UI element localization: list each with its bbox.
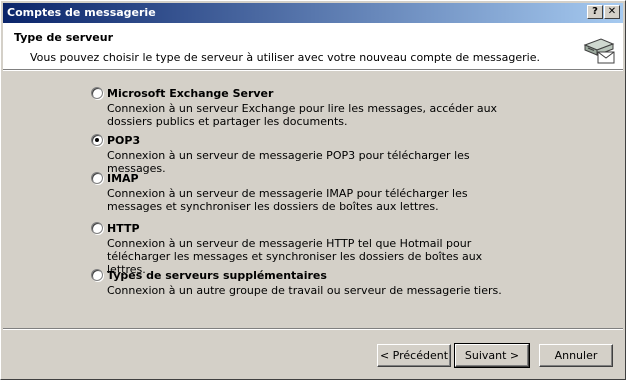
cancel-button[interactable]: Annuler xyxy=(539,344,613,367)
header-separator xyxy=(3,69,623,71)
option-description: Connexion à un serveur de messagerie POP… xyxy=(107,149,470,175)
radio-other-types[interactable] xyxy=(91,269,103,281)
page-subtitle: Vous pouvez choisir le type de serveur à… xyxy=(30,51,540,64)
close-button[interactable]: ✕ xyxy=(604,5,620,19)
footer-separator xyxy=(3,328,623,330)
option-label: Microsoft Exchange Server xyxy=(107,87,274,100)
back-button[interactable]: < Précédent xyxy=(377,344,451,367)
option-description: Connexion à un serveur Exchange pour lir… xyxy=(107,102,498,128)
option-description: Connexion à un autre groupe de travail o… xyxy=(107,284,502,297)
option-description: Connexion à un serveur de messagerie IMA… xyxy=(107,187,468,213)
mail-server-icon xyxy=(583,38,615,64)
next-button[interactable]: Suivant > xyxy=(454,343,530,368)
title-bar[interactable]: Comptes de messagerie ? ✕ xyxy=(3,3,623,23)
help-button[interactable]: ? xyxy=(587,5,603,19)
radio-http[interactable] xyxy=(91,222,103,234)
dialog-window: Comptes de messagerie ? ✕ Type de serveu… xyxy=(0,0,626,380)
option-label: Types de serveurs supplémentaires xyxy=(107,269,327,282)
option-label: HTTP xyxy=(107,222,140,235)
radio-imap[interactable] xyxy=(91,172,103,184)
radio-pop3[interactable] xyxy=(91,134,103,146)
page-title: Type de serveur xyxy=(14,31,114,44)
radio-selected-dot xyxy=(95,138,99,142)
window-title: Comptes de messagerie xyxy=(7,6,156,19)
option-label: POP3 xyxy=(107,134,141,147)
wizard-header: Type de serveur Vous pouvez choisir le t… xyxy=(3,23,623,69)
option-label: IMAP xyxy=(107,172,139,185)
radio-exchange[interactable] xyxy=(91,87,103,99)
